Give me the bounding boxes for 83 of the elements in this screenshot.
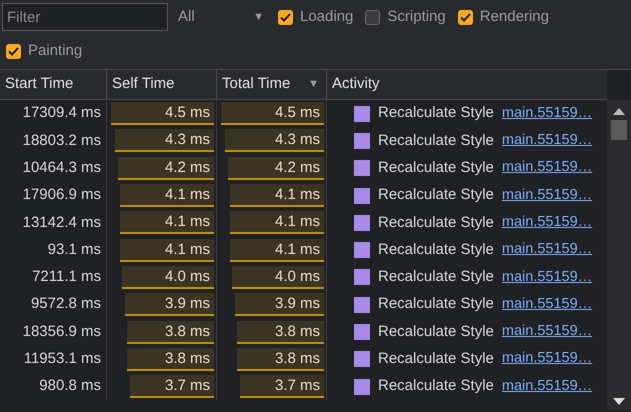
category-checkbox[interactable]: Rendering <box>458 6 549 28</box>
rendering-category-icon <box>354 106 370 122</box>
self-time-bar: 4.2 ms <box>118 156 214 180</box>
checkmark-icon <box>460 12 471 22</box>
activity-name: Recalculate Style <box>378 103 494 124</box>
self-time-bar: 4.0 ms <box>122 266 214 289</box>
rendering-category-icon <box>354 242 370 258</box>
rendering-category-icon <box>354 269 370 286</box>
category-checkbox[interactable]: Painting <box>6 40 82 63</box>
activity-name: Recalculate Style <box>378 376 494 396</box>
start-time-cell-text: 10464.3 ms <box>22 158 102 178</box>
source-link[interactable]: main.55159… <box>502 184 592 206</box>
source-link[interactable]: main.55159… <box>502 321 592 343</box>
scrollbar[interactable] <box>607 100 631 410</box>
start-time-cell-text: 13142.4 ms <box>22 212 102 233</box>
rendering-category-icon <box>354 378 370 395</box>
total-time-bar: 3.9 ms <box>234 293 324 316</box>
start-time-cell-text: 17309.4 ms <box>22 103 102 124</box>
self-time-bar: 4.5 ms <box>111 102 214 126</box>
activity-name: Recalculate Style <box>378 130 494 151</box>
column-header[interactable]: Activity <box>326 70 607 99</box>
source-link[interactable]: main.55159… <box>502 157 592 180</box>
self-time-bar: 4.1 ms <box>120 238 214 262</box>
total-time-bar: 3.7 ms <box>240 375 324 398</box>
start-time-cell-text: 980.8 ms <box>38 376 102 396</box>
total-time-bar: 3.8 ms <box>236 320 324 344</box>
activity-name: Recalculate Style <box>378 267 494 288</box>
scroll-down-icon[interactable] <box>613 398 625 405</box>
self-time-bar: 4.1 ms <box>120 211 214 234</box>
self-time-bar: 3.8 ms <box>126 348 214 371</box>
source-link[interactable]: main.55159… <box>502 294 592 316</box>
category-dropdown[interactable]: All ▼ <box>178 6 264 28</box>
total-time-bar: 4.0 ms <box>232 266 324 289</box>
activity-name: Recalculate Style <box>378 294 494 314</box>
activity-name: Recalculate Style <box>378 212 494 233</box>
rendering-category-icon <box>354 188 370 204</box>
source-link[interactable]: main.55159… <box>502 212 592 234</box>
source-link[interactable]: main.55159… <box>502 348 592 370</box>
checkmark-icon <box>8 47 19 56</box>
column-header[interactable]: Start Time <box>0 70 106 99</box>
source-link[interactable]: main.55159… <box>502 376 592 398</box>
category-checkbox[interactable]: Scripting <box>365 6 446 28</box>
start-time-cell-text: 18803.2 ms <box>22 130 102 151</box>
total-time-bar: 4.1 ms <box>230 211 324 234</box>
checkmark-icon <box>280 12 291 22</box>
column-header[interactable]: Self Time <box>106 70 216 99</box>
start-time-cell-text: 18356.9 ms <box>22 322 102 342</box>
rendering-category-icon <box>354 160 370 176</box>
scroll-up-icon[interactable] <box>613 108 625 115</box>
start-time-cell-text: 7211.1 ms <box>31 267 102 288</box>
scrollbar-thumb[interactable] <box>611 120 627 140</box>
total-time-bar: 4.3 ms <box>225 129 324 152</box>
source-link[interactable]: main.55159… <box>502 266 592 288</box>
start-time-cell-text: 93.1 ms <box>46 240 102 260</box>
self-time-bar: 4.1 ms <box>120 184 214 208</box>
activity-name: Recalculate Style <box>378 158 494 178</box>
total-time-bar: 4.2 ms <box>228 156 324 180</box>
source-link[interactable]: main.55159… <box>502 102 592 125</box>
source-link[interactable]: main.55159… <box>502 239 592 261</box>
filter-field[interactable]: Filter <box>2 3 168 31</box>
activity-name: Recalculate Style <box>378 349 494 370</box>
rendering-category-icon <box>354 132 370 149</box>
start-time-cell-text: 17906.9 ms <box>22 185 102 206</box>
self-time-bar: 3.8 ms <box>126 320 214 344</box>
rendering-category-icon <box>354 296 370 313</box>
activity-name: Recalculate Style <box>378 322 494 342</box>
rendering-category-icon <box>354 351 370 368</box>
rendering-category-icon <box>354 214 370 231</box>
start-time-cell-text: 11953.1 ms <box>22 349 102 370</box>
self-time-bar: 3.7 ms <box>130 375 214 398</box>
column-header[interactable]: Total Time ▼ <box>216 70 326 99</box>
start-time-cell-text: 9572.8 ms <box>30 294 102 314</box>
source-link[interactable]: main.55159… <box>502 130 592 152</box>
total-time-bar: 3.8 ms <box>236 348 324 371</box>
total-time-bar: 4.1 ms <box>230 184 324 208</box>
total-time-bar: 4.1 ms <box>230 238 324 262</box>
activity-name: Recalculate Style <box>378 240 494 260</box>
self-time-bar: 4.3 ms <box>115 129 214 152</box>
category-checkbox[interactable]: Loading <box>278 6 354 28</box>
self-time-bar: 3.9 ms <box>124 293 214 316</box>
rendering-category-icon <box>354 324 370 340</box>
activity-name: Recalculate Style <box>378 185 494 206</box>
total-time-bar: 4.5 ms <box>221 102 324 126</box>
